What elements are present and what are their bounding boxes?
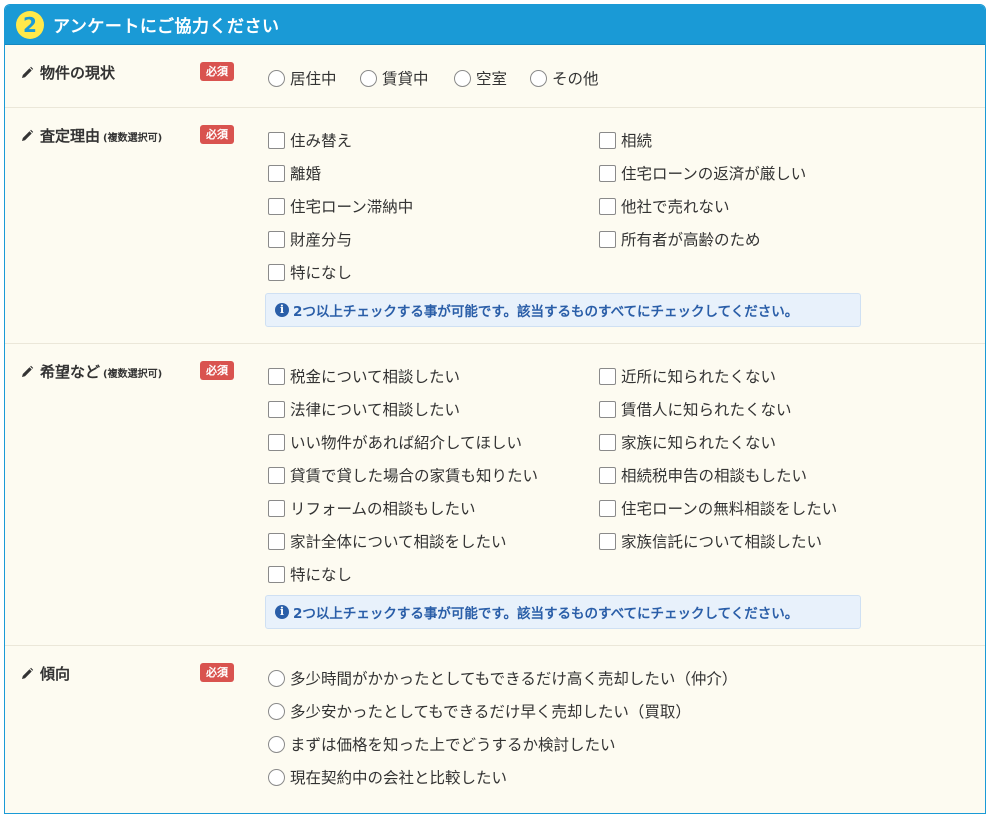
checkbox-option[interactable]: 貸賃で貸した場合の家賃も知りたい [268,464,538,486]
radio-option[interactable]: 賃貸中 [360,67,429,89]
radio-option[interactable]: 居住中 [268,67,337,89]
checkbox-option[interactable]: 他社で売れない [599,195,730,217]
radio-button[interactable] [268,69,285,87]
required-badge: 必須 [200,663,234,682]
checkbox[interactable] [268,131,285,149]
radio-button[interactable] [268,702,285,720]
radio-button[interactable] [454,69,471,87]
checkbox-option[interactable]: 特になし [268,261,352,283]
checkbox-option[interactable]: いい物件があれば紹介してほしい [268,431,522,453]
checkbox-option[interactable]: 家族に知られたくない [599,431,776,453]
checkbox[interactable] [268,230,285,248]
checkbox[interactable] [599,230,616,248]
field-label-text: 傾向 [40,665,71,683]
radio-option[interactable]: まずは価格を知った上でどうするか検討したい [268,733,616,755]
checkbox-option[interactable]: 住宅ローン滞納中 [268,195,413,217]
checkbox[interactable] [268,565,285,583]
field-label-sub: (複数選択可) [103,133,163,144]
field-label-sub: (複数選択可) [103,369,163,380]
radio-button[interactable] [268,735,285,753]
radio-option[interactable]: 多少時間がかかったとしてもできるだけ高く売却したい（仲介） [268,667,737,689]
multi-select-notice: i 2つ以上チェックする事が可能です。該当するものすべてにチェックしてください。 [265,293,861,327]
field-label: 希望など (複数選択可) [20,361,162,382]
checkbox[interactable] [599,400,616,418]
radio-button[interactable] [268,768,285,786]
checkbox-option[interactable]: 住み替え [268,129,352,151]
required-badge: 必須 [200,125,234,144]
checkbox[interactable] [599,197,616,215]
checkbox[interactable] [268,164,285,182]
row-property-status: 物件の現状 必須 居住中 賃貸中 空室 その他 [5,45,985,108]
radio-option[interactable]: 現在契約中の会社と比較したい [268,766,507,788]
checkbox-option[interactable]: 財産分与 [268,228,352,250]
pencil-icon [22,129,34,141]
checkbox-option[interactable]: 所有者が高齢のため [599,228,761,250]
required-badge: 必須 [200,62,234,81]
checkbox[interactable] [268,197,285,215]
radio-option[interactable]: 多少安かったとしてもできるだけ早く売却したい（買取） [268,700,691,722]
field-label-text: 査定理由 [40,127,101,145]
row-assessment-reason: 査定理由 (複数選択可) 必須 住み替え 離婚 住宅ローン滞納中 財産分与 特に… [5,108,985,344]
multi-select-notice: i 2つ以上チェックする事が可能です。該当するものすべてにチェックしてください。 [265,595,861,629]
radio-option[interactable]: 空室 [454,67,507,89]
checkbox[interactable] [599,164,616,182]
checkbox-option[interactable]: 税金について相談したい [268,365,460,387]
checkbox-option[interactable]: 家族信託について相談したい [599,530,822,552]
radio-button[interactable] [360,69,377,87]
checkbox[interactable] [599,131,616,149]
checkbox[interactable] [268,499,285,517]
checkbox[interactable] [268,367,285,385]
info-icon: i [275,303,289,317]
field-label-text: 物件の現状 [40,64,116,82]
checkbox-option[interactable]: 住宅ローンの返済が厳しい [599,162,806,184]
radio-option[interactable]: その他 [530,67,599,89]
checkbox[interactable] [599,532,616,550]
checkbox-option[interactable]: 相続税申告の相談もしたい [599,464,807,486]
checkbox[interactable] [268,532,285,550]
checkbox-option[interactable]: 住宅ローンの無料相談をしたい [599,497,837,519]
checkbox-option[interactable]: 家計全体について相談をしたい [268,530,507,552]
checkbox[interactable] [268,466,285,484]
checkbox-option[interactable]: 近所に知られたくない [599,365,776,387]
checkbox[interactable] [268,263,285,281]
pencil-icon [22,66,34,78]
pencil-icon [22,365,34,377]
checkbox[interactable] [599,367,616,385]
checkbox[interactable] [268,433,285,451]
checkbox-option[interactable]: 賃借人に知られたくない [599,398,792,420]
row-requests: 希望など (複数選択可) 必須 税金について相談したい 法律について相談したい … [5,344,985,646]
step-number-badge: 2 [16,10,44,39]
checkbox[interactable] [599,466,616,484]
checkbox[interactable] [599,499,616,517]
checkbox[interactable] [268,400,285,418]
field-label-text: 希望など [40,363,101,381]
info-icon: i [275,605,289,619]
survey-panel: 2 アンケートにご協力ください 物件の現状 必須 居住中 賃貸中 空室 その他 … [4,4,986,814]
panel-title: アンケートにご協力ください [53,17,280,37]
checkbox-option[interactable]: リフォームの相談もしたい [268,497,476,519]
field-label: 査定理由 (複数選択可) [20,125,162,146]
pencil-icon [22,667,34,679]
row-tendency: 傾向 必須 多少時間がかかったとしてもできるだけ高く売却したい（仲介） 多少安か… [5,646,985,813]
field-label: 物件の現状 [20,62,115,83]
checkbox-option[interactable]: 法律について相談したい [268,398,460,420]
required-badge: 必須 [200,361,234,380]
radio-button[interactable] [268,669,285,687]
checkbox-option[interactable]: 相続 [599,129,652,151]
radio-button[interactable] [530,69,547,87]
checkbox-option[interactable]: 離婚 [268,162,321,184]
panel-header: 2 アンケートにご協力ください [5,5,985,45]
field-label: 傾向 [20,663,70,684]
checkbox-option[interactable]: 特になし [268,563,352,585]
checkbox[interactable] [599,433,616,451]
